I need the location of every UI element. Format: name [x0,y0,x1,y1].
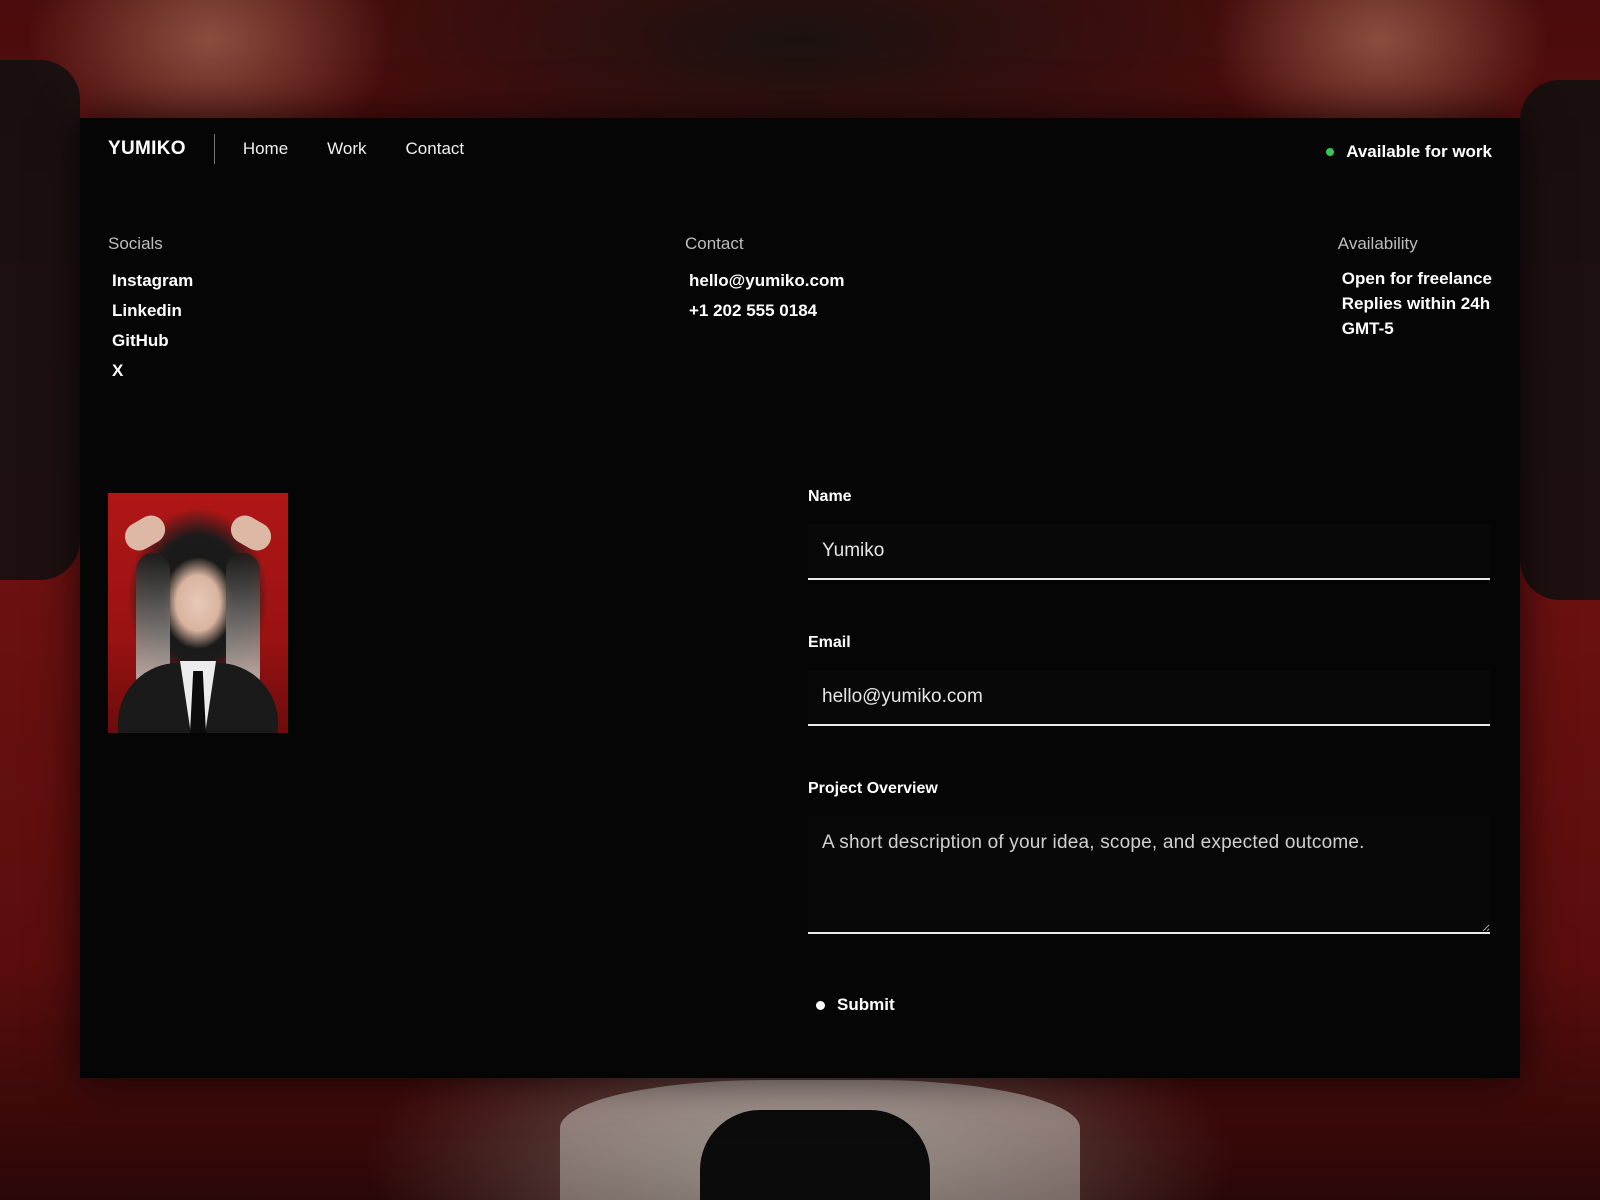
portrait-photo [108,493,288,733]
contact-section: Contact hello@yumiko.com +1 202 555 0184 [685,234,844,326]
status-dot-icon [1326,147,1335,156]
availability-title: Availability [1337,234,1418,253]
availability-item: GMT-5 [1341,319,1394,338]
contact-title: Contact [685,234,744,253]
contact-email-link[interactable]: hello@yumiko.com [685,266,844,296]
availability-status: Available for work [1326,137,1492,162]
background-photo-shoulder-right [1520,80,1600,600]
availability-section: Availability Open for freelance Replies … [1338,234,1492,341]
availability-item: Open for freelance [1341,269,1492,288]
nav-link-home[interactable]: Home [243,139,288,159]
nav-link-work[interactable]: Work [327,139,366,159]
contact-form: Name Email Project Overview Submit [808,488,1490,1015]
main-panel: YUMIKO Home Work Contact Available for w… [80,118,1520,1078]
availability-item: Replies within 24h [1341,294,1491,313]
contact-phone-link[interactable]: +1 202 555 0184 [685,296,844,326]
status-label: Available for work [1346,141,1492,161]
email-field-group: Email [808,634,1490,726]
submit-button[interactable]: Submit [816,995,895,1015]
logo[interactable]: YUMIKO [108,138,186,160]
social-link-linkedin[interactable]: Linkedin [108,296,193,326]
overview-field-group: Project Overview [808,780,1490,939]
nav-divider [213,134,215,164]
name-label: Name [808,488,852,505]
social-link-instagram[interactable]: Instagram [108,266,193,296]
nav-link-contact[interactable]: Contact [406,139,465,159]
socials-section: Socials Instagram Linkedin GitHub X [108,234,193,386]
submit-dot-icon [816,1000,825,1010]
social-link-x[interactable]: X [108,356,193,386]
background-photo-tie [700,1110,930,1200]
background-photo-shoulder-left [0,60,80,580]
email-input[interactable] [808,670,1490,726]
email-label: Email [808,634,851,651]
top-nav: YUMIKO Home Work Contact Available for w… [108,132,1492,166]
overview-label: Project Overview [808,780,938,797]
socials-title: Socials [108,234,163,253]
social-link-github[interactable]: GitHub [108,326,193,356]
project-overview-textarea[interactable] [808,816,1490,934]
name-field-group: Name [808,488,1490,580]
submit-label: Submit [837,995,895,1014]
name-input[interactable] [808,524,1490,580]
